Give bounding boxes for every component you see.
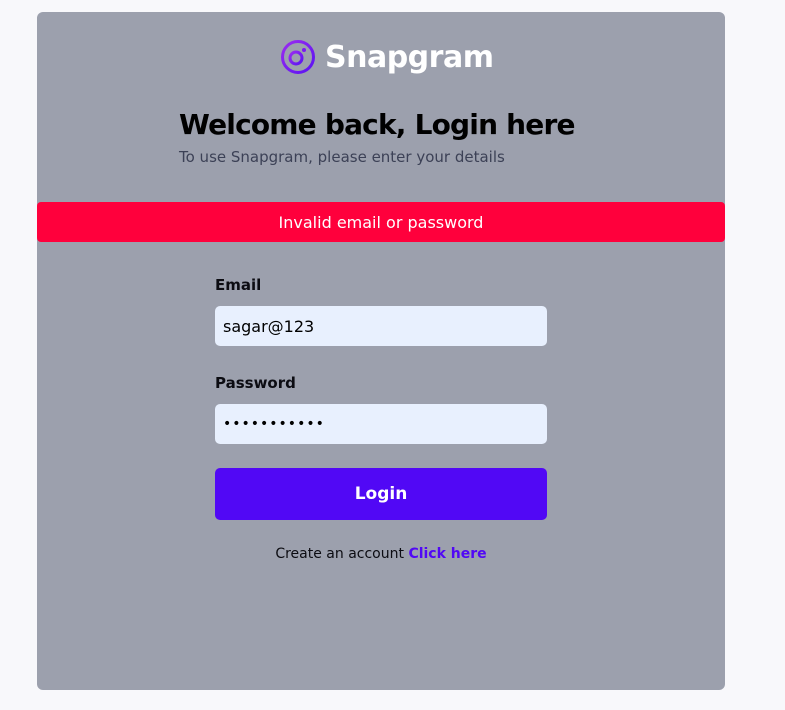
signup-prompt: Create an account Click here: [215, 546, 547, 562]
page-subtitle: To use Snapgram, please enter your detai…: [179, 148, 505, 166]
error-alert: Invalid email or password: [37, 202, 725, 242]
login-form: Email Password Login Create an account C…: [215, 274, 547, 562]
password-label: Password: [215, 374, 296, 392]
login-button[interactable]: Login: [215, 468, 547, 520]
password-field[interactable]: [215, 404, 547, 444]
login-card: Snapgram Welcome back, Login here To use…: [37, 12, 725, 690]
page-title: Welcome back, Login here: [179, 108, 575, 141]
error-message: Invalid email or password: [278, 212, 484, 232]
signup-text: Create an account: [275, 546, 404, 562]
brand-name: Snapgram: [325, 39, 494, 75]
email-field[interactable]: [215, 306, 547, 346]
email-label: Email: [215, 276, 262, 294]
brand: Snapgram: [280, 39, 494, 75]
camera-ring-icon: [281, 40, 315, 74]
signup-link[interactable]: Click here: [408, 546, 486, 562]
